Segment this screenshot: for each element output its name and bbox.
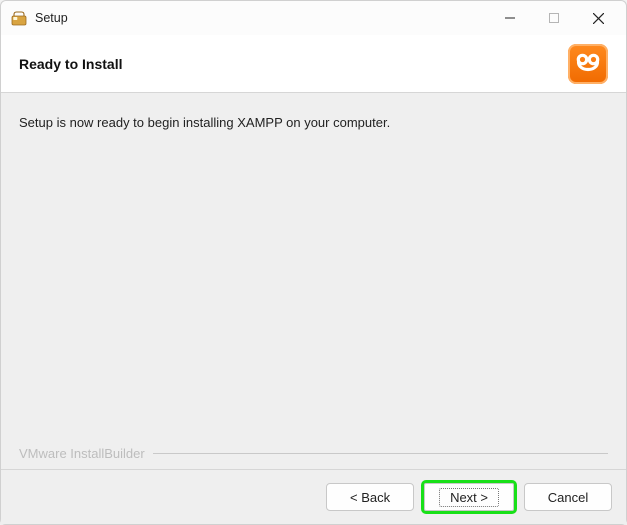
footer: < Back Next > Cancel	[1, 470, 626, 524]
watermark-row: VMware InstallBuilder	[19, 446, 608, 469]
setup-window: Setup Ready to Install Setup is now read…	[0, 0, 627, 525]
window-controls	[488, 3, 620, 33]
watermark-text: VMware InstallBuilder	[19, 446, 145, 461]
header: Ready to Install	[1, 35, 626, 93]
cancel-button[interactable]: Cancel	[524, 483, 612, 511]
setup-icon	[11, 10, 27, 26]
content-area: Setup is now ready to begin installing X…	[1, 93, 626, 470]
page-title: Ready to Install	[19, 56, 122, 72]
xampp-logo-icon	[568, 44, 608, 84]
back-button[interactable]: < Back	[326, 483, 414, 511]
maximize-icon	[549, 13, 559, 23]
close-button[interactable]	[576, 3, 620, 33]
minimize-icon	[505, 13, 515, 23]
maximize-button	[532, 3, 576, 33]
next-button-label: Next >	[439, 488, 499, 507]
ready-message: Setup is now ready to begin installing X…	[19, 115, 608, 130]
close-icon	[593, 13, 604, 24]
cancel-button-label: Cancel	[548, 490, 588, 505]
minimize-button[interactable]	[488, 3, 532, 33]
watermark-divider	[153, 453, 608, 454]
back-button-label: < Back	[350, 490, 390, 505]
window-title: Setup	[35, 11, 68, 25]
titlebar: Setup	[1, 1, 626, 35]
next-button[interactable]: Next >	[424, 483, 514, 511]
